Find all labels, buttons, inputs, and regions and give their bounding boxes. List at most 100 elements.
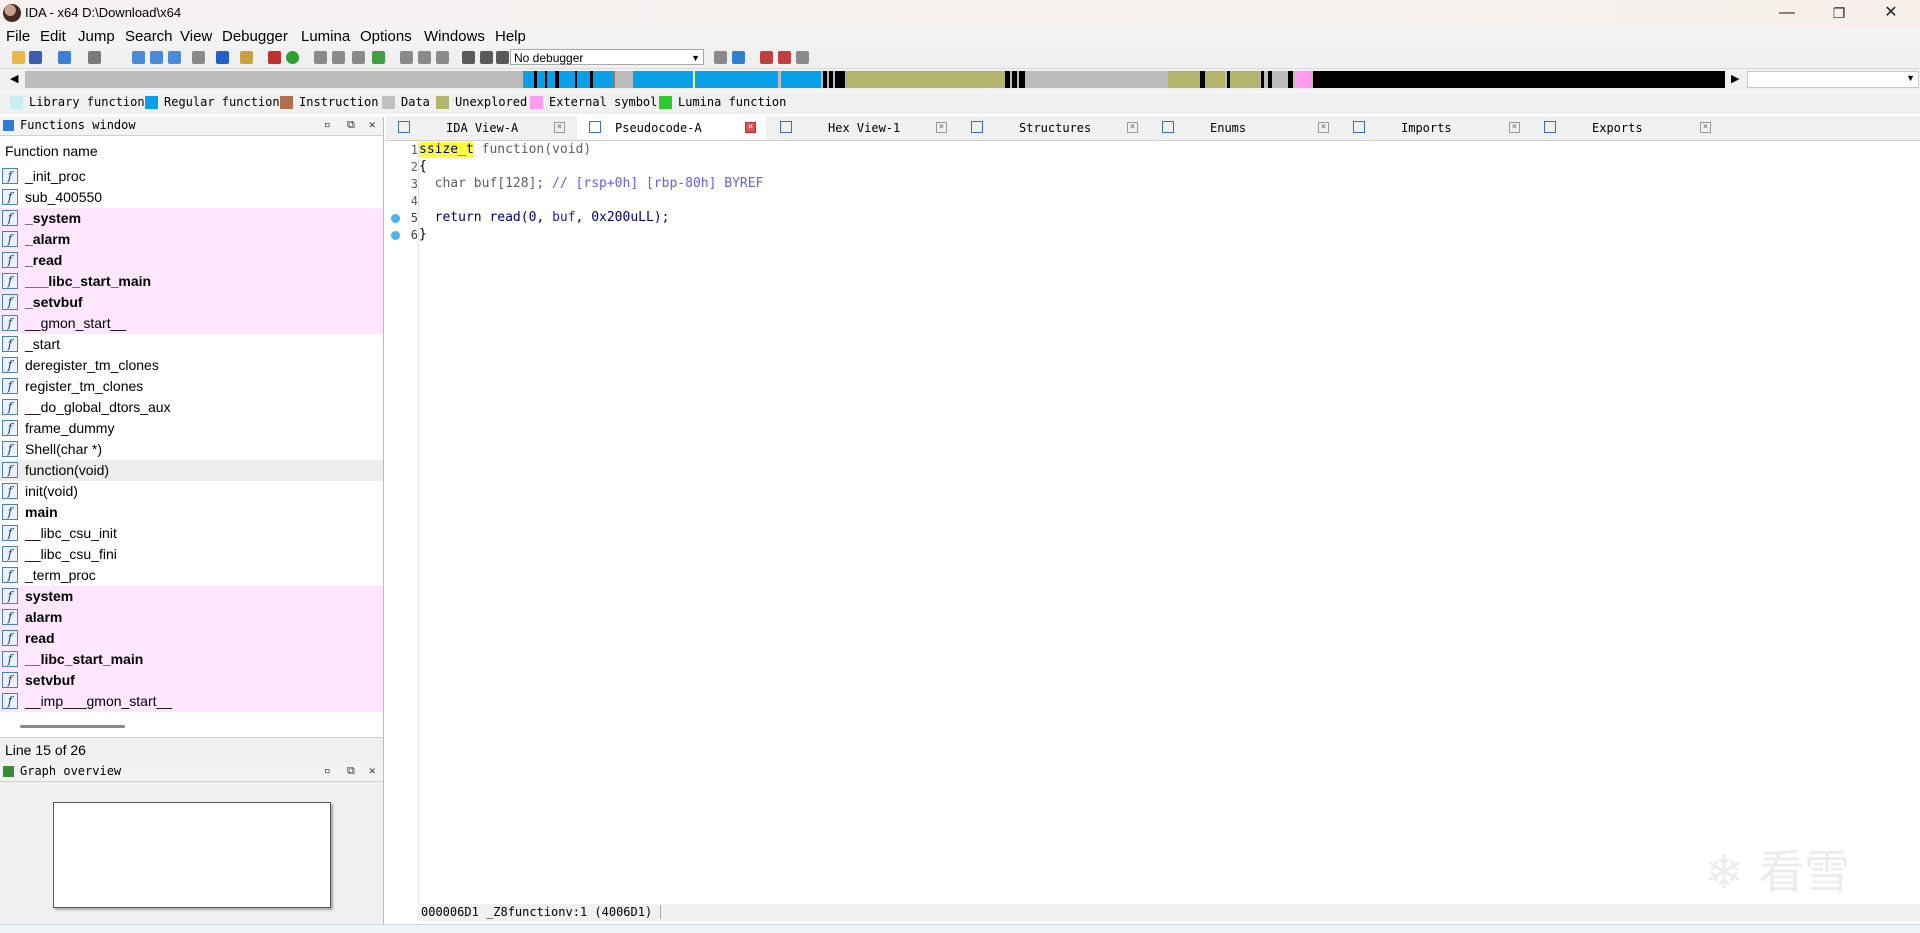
lumina-pull-icon[interactable] xyxy=(760,51,773,64)
tab-close-icon[interactable]: × xyxy=(1127,122,1138,133)
function-row[interactable]: f _setvbuf xyxy=(0,292,383,313)
function-row[interactable]: f _read xyxy=(0,250,383,271)
debugger-select[interactable]: No debugger ▼ xyxy=(510,49,704,65)
tab-enums[interactable]: Enums × xyxy=(1150,116,1339,140)
function-row[interactable]: f read xyxy=(0,628,383,649)
nav-scroll-left-icon[interactable]: ◀ xyxy=(10,72,18,85)
stop-icon[interactable] xyxy=(496,51,509,64)
pause-icon[interactable] xyxy=(480,51,493,64)
function-row[interactable]: f frame_dummy xyxy=(0,418,383,439)
sync-icon[interactable] xyxy=(732,51,745,64)
tab-structures[interactable]: Structures × xyxy=(959,116,1148,140)
minimize-button[interactable]: — xyxy=(1764,0,1810,26)
menu-lumina[interactable]: Lumina xyxy=(301,28,350,45)
functions-horizontal-scrollbar[interactable] xyxy=(20,725,125,728)
find-icon[interactable] xyxy=(168,51,181,64)
pseudocode-view[interactable]: 1 2 3 4 5 6 ssize_t function(void) { cha… xyxy=(386,141,1920,921)
function-row[interactable]: f __gmon_start__ xyxy=(0,313,383,334)
panel-close-icon[interactable]: ✕ xyxy=(369,118,376,131)
lumina-push-icon[interactable] xyxy=(778,51,791,64)
menu-windows[interactable]: Windows xyxy=(424,28,485,45)
open-file-icon[interactable] xyxy=(12,51,25,64)
tab-pseudocode-a[interactable]: Pseudocode-A × xyxy=(577,116,766,140)
save-icon[interactable] xyxy=(29,51,42,64)
function-row[interactable]: f function(void) xyxy=(0,460,383,481)
add-icon[interactable] xyxy=(372,51,385,64)
menu-help[interactable]: Help xyxy=(495,28,526,45)
graph-overview-canvas[interactable] xyxy=(53,802,331,908)
menu-options[interactable]: Options xyxy=(360,28,412,45)
panel-restore-icon[interactable]: ⧉ xyxy=(347,118,355,132)
menu-jump[interactable]: Jump xyxy=(78,28,115,45)
menu-edit[interactable]: Edit xyxy=(40,28,66,45)
buf-declaration[interactable]: char buf[128]; xyxy=(419,176,545,191)
function-row[interactable]: f Shell(char *) xyxy=(0,439,383,460)
function-row[interactable]: f ___libc_start_main xyxy=(0,271,383,292)
function-name-column-header[interactable]: Function name xyxy=(0,141,383,163)
jump-down-icon[interactable] xyxy=(216,51,229,64)
breakpoint-dot-icon[interactable] xyxy=(391,231,400,240)
script-icon[interactable] xyxy=(240,51,253,64)
function-row[interactable]: f init(void) xyxy=(0,481,383,502)
menu-file[interactable]: File xyxy=(6,28,30,45)
copy-icon[interactable] xyxy=(132,51,145,64)
navigation-strip[interactable] xyxy=(25,71,1725,88)
function-row[interactable]: f _system xyxy=(0,208,383,229)
maximize-button[interactable]: ❐ xyxy=(1816,0,1862,26)
tab-exports[interactable]: Exports × xyxy=(1532,116,1721,140)
function-row[interactable]: f alarm xyxy=(0,607,383,628)
delete-icon[interactable] xyxy=(436,51,449,64)
back-arrow-icon[interactable] xyxy=(58,51,71,64)
menu-search[interactable]: Search xyxy=(125,28,173,45)
function-row[interactable]: f setvbuf xyxy=(0,670,383,691)
close-window-button[interactable]: ✕ xyxy=(1868,0,1914,26)
rename-icon[interactable] xyxy=(418,51,431,64)
function-row[interactable]: f __imp___gmon_start__ xyxy=(0,691,383,712)
menu-debugger[interactable]: Debugger xyxy=(222,28,288,45)
buf-variable[interactable]: buf xyxy=(552,210,575,225)
tab-close-icon[interactable]: × xyxy=(554,122,565,133)
code-line-6[interactable]: } xyxy=(419,227,427,242)
nav-scroll-right-icon[interactable]: ▶ xyxy=(1731,72,1739,85)
return-read-call[interactable]: return read(0, xyxy=(419,210,552,225)
function-row[interactable]: f _init_proc xyxy=(0,166,383,187)
function-row[interactable]: f _start xyxy=(0,334,383,355)
tab-close-icon[interactable]: × xyxy=(1509,122,1520,133)
nav-address-combo[interactable]: ▼ xyxy=(1747,71,1919,88)
panel-close-icon[interactable]: ✕ xyxy=(369,764,376,777)
function-row[interactable]: f __libc_csu_fini xyxy=(0,544,383,565)
panel-restore-icon[interactable]: ⧉ xyxy=(347,764,355,778)
panel-float-icon[interactable]: ▫ xyxy=(324,118,331,131)
code-line-2[interactable]: { xyxy=(419,159,427,174)
tab-imports[interactable]: Imports × xyxy=(1341,116,1530,140)
read-call-args[interactable]: , 0x200uLL); xyxy=(576,210,670,225)
tab-close-icon[interactable]: × xyxy=(1318,122,1329,133)
tab-close-icon[interactable]: × xyxy=(1700,122,1711,133)
code-line-1[interactable]: ssize_t function(void) xyxy=(419,142,591,157)
function-row[interactable]: f _alarm xyxy=(0,229,383,250)
struct-icon[interactable] xyxy=(352,51,365,64)
paste-icon[interactable] xyxy=(150,51,163,64)
function-row[interactable]: f deregister_tm_clones xyxy=(0,355,383,376)
tab-ida-view-a[interactable]: IDA View-A × xyxy=(386,116,575,140)
breakpoint-icon[interactable] xyxy=(714,51,727,64)
function-row[interactable]: f _term_proc xyxy=(0,565,383,586)
function-row[interactable]: f register_tm_clones xyxy=(0,376,383,397)
menu-view[interactable]: View xyxy=(180,28,212,45)
breakpoint-dot-icon[interactable] xyxy=(391,214,400,223)
data-icon[interactable] xyxy=(332,51,345,64)
function-signature[interactable]: function(void) xyxy=(474,142,592,157)
function-row[interactable]: f __libc_csu_init xyxy=(0,523,383,544)
tab-hex-view-1[interactable]: Hex View-1 × xyxy=(768,116,957,140)
forward-arrow-icon[interactable] xyxy=(88,51,101,64)
function-row[interactable]: f main xyxy=(0,502,383,523)
play-icon[interactable] xyxy=(462,51,475,64)
function-row[interactable]: f sub_400550 xyxy=(0,187,383,208)
undefine-icon[interactable] xyxy=(400,51,413,64)
lumina-tools-icon[interactable] xyxy=(796,51,809,64)
graph-icon[interactable] xyxy=(268,51,281,64)
function-row[interactable]: f system xyxy=(0,586,383,607)
code-line-5[interactable]: return read(0, buf, 0x200uLL); xyxy=(419,210,670,225)
panel-float-icon[interactable]: ▫ xyxy=(324,764,331,777)
search-text-icon[interactable] xyxy=(192,51,205,64)
